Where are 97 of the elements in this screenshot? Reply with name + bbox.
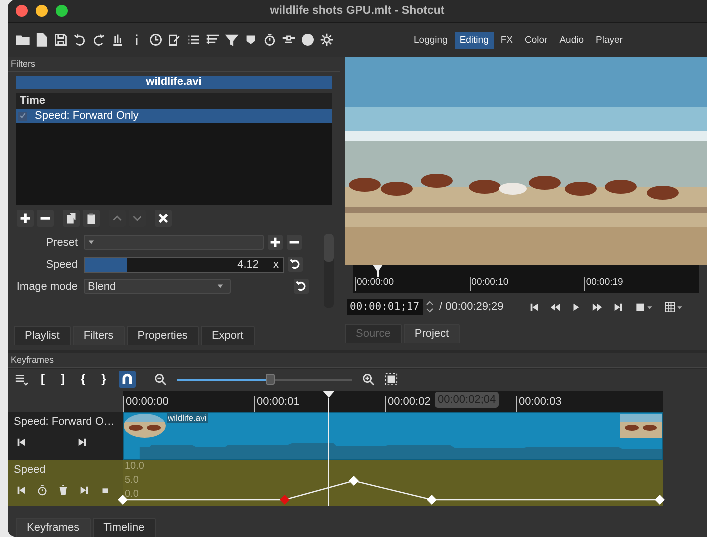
add-icon[interactable] [268, 235, 283, 250]
magnet-icon[interactable] [119, 370, 136, 388]
keyframe-handle[interactable] [655, 495, 665, 505]
param-label: Image mode [16, 280, 79, 292]
duration: / 00:00:29;29 [440, 301, 504, 313]
clip-label: wildlife.avi [167, 413, 208, 423]
ruler-label: 00:00:10 [470, 277, 584, 291]
layout-tab[interactable]: FX [496, 32, 518, 48]
folder-icon[interactable] [16, 33, 30, 47]
layout-tab[interactable]: Audio [554, 32, 590, 48]
panel-tab[interactable]: Properties [126, 326, 199, 345]
save-icon[interactable] [54, 33, 68, 47]
close-button[interactable] [16, 5, 28, 17]
bracket-button[interactable]: ] [58, 372, 68, 386]
zoom-button[interactable] [56, 5, 68, 17]
mode-dropdown[interactable]: Blend [84, 279, 231, 294]
skip-forward-icon[interactable] [77, 437, 88, 448]
fit-icon[interactable] [634, 302, 654, 312]
keyframe-handle[interactable] [427, 495, 437, 505]
panel-title: Keyframes [11, 355, 54, 365]
fast-forward-icon[interactable] [592, 302, 603, 312]
clock-icon[interactable] [149, 33, 163, 47]
undo-icon[interactable] [73, 33, 87, 47]
panel-tab[interactable]: Playlist [14, 326, 71, 345]
param-label: Preset [45, 236, 79, 248]
clip[interactable]: wildlife.avi [123, 412, 663, 460]
settings-icon[interactable] [320, 33, 334, 47]
redo-icon[interactable] [92, 33, 106, 47]
close-icon[interactable] [155, 210, 172, 227]
bracket-button[interactable]: [ [38, 372, 48, 386]
spinner-icon[interactable] [426, 299, 434, 315]
playhead[interactable] [373, 265, 383, 277]
layout-tab[interactable]: Editing [454, 32, 494, 48]
scale-label: 5.0 [125, 474, 140, 488]
remove-icon[interactable] [37, 210, 54, 227]
filter-item[interactable]: Speed: Forward Only [16, 109, 332, 123]
caret-icon [217, 283, 224, 290]
panel-tab[interactable]: Filters [72, 326, 125, 345]
track-name: Speed [14, 464, 47, 476]
list-icon[interactable] [187, 33, 201, 47]
bars-icon[interactable] [111, 33, 125, 47]
reset-icon[interactable] [288, 257, 303, 272]
rows-icon[interactable] [206, 33, 220, 47]
rewind-icon[interactable] [550, 302, 561, 312]
paste-icon[interactable] [83, 210, 100, 227]
layout-tab[interactable]: Logging [409, 32, 453, 48]
layout-tab[interactable]: Color [520, 32, 553, 48]
panel-tab[interactable]: Export [200, 326, 255, 345]
fit-icon[interactable] [385, 372, 398, 386]
skip-back-icon[interactable] [16, 437, 27, 448]
zoom-in-icon[interactable] [362, 372, 376, 386]
skip-back-icon[interactable] [528, 302, 540, 312]
view-tab[interactable]: Project [404, 324, 460, 343]
panel-tab[interactable]: Timeline [92, 518, 156, 537]
minimize-button[interactable] [36, 5, 48, 17]
skip-forward-icon[interactable] [79, 485, 90, 496]
param-label: Speed [45, 258, 79, 270]
skip-back-icon[interactable] [16, 485, 27, 496]
scrollbar[interactable] [324, 234, 334, 308]
trash-icon[interactable] [58, 485, 69, 496]
list-header: Time [16, 93, 332, 109]
window-title: wildlife shots GPU.mlt - Shotcut [270, 5, 445, 17]
copy-icon[interactable] [63, 210, 80, 227]
skip-forward-icon[interactable] [612, 302, 624, 312]
layout-tab[interactable]: Player [591, 32, 628, 48]
edit-icon[interactable] [168, 33, 182, 47]
keyframe-handle[interactable] [349, 476, 359, 486]
panel-title: Filters [11, 59, 36, 69]
playhead-icon[interactable] [323, 391, 335, 399]
caret-icon [88, 239, 95, 246]
stopwatch-icon[interactable] [37, 485, 48, 496]
timecode-field[interactable]: 00:00:01;17 [347, 299, 423, 315]
keyframe-handle[interactable] [280, 495, 290, 505]
scale-label: 0.0 [125, 488, 140, 502]
bracket-button[interactable]: { [78, 372, 89, 386]
slider-thumb[interactable] [266, 374, 276, 384]
file-icon[interactable] [35, 33, 49, 47]
filter-icon[interactable] [225, 33, 239, 47]
clip-name: wildlife.avi [16, 76, 332, 89]
checkbox[interactable] [18, 112, 27, 120]
marker-icon[interactable] [244, 33, 258, 47]
bracket-button[interactable]: } [98, 372, 110, 386]
remove-icon[interactable] [287, 235, 302, 250]
speed-slider[interactable]: 4.12 x [84, 256, 284, 272]
scale-label: 10.0 [125, 460, 144, 474]
reset-icon[interactable] [294, 279, 309, 294]
speed-value: 4.12 [238, 258, 259, 270]
unit-label: x [274, 258, 279, 270]
menu-icon[interactable] [15, 372, 28, 386]
stopwatch-icon[interactable] [263, 33, 277, 47]
zoom-out-icon[interactable] [154, 372, 168, 386]
ruler-label: 00:00:19 [584, 277, 700, 291]
panel-tab[interactable]: Keyframes [16, 518, 91, 537]
filter-name: Speed: Forward Only [35, 110, 139, 122]
add-icon[interactable] [17, 210, 34, 227]
track-name: Speed: Forward O… [14, 416, 116, 428]
grid-icon[interactable] [664, 302, 684, 312]
